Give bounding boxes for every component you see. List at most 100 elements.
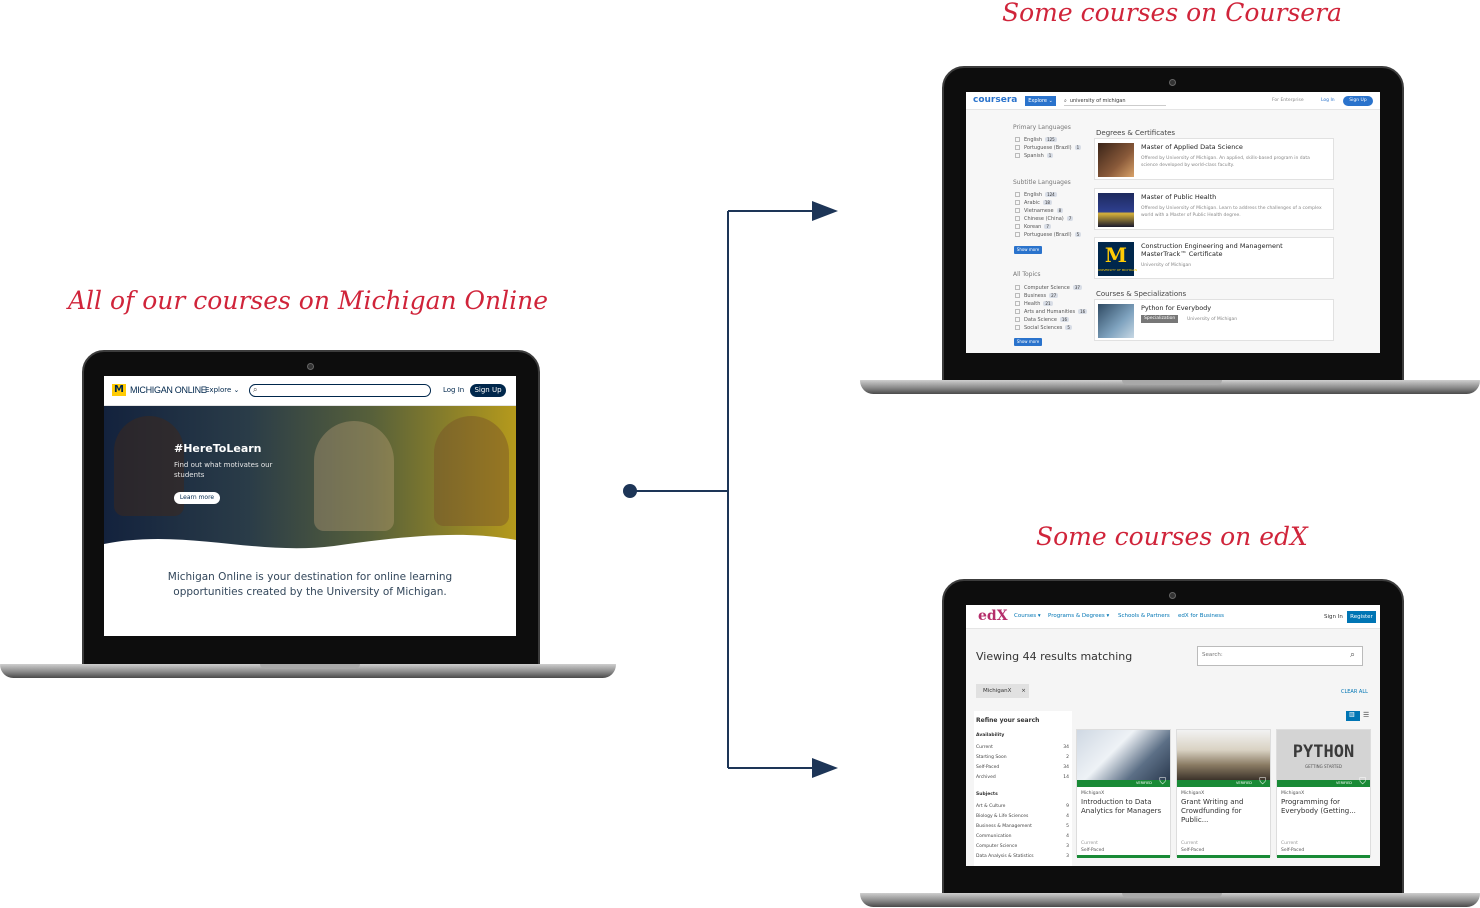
cs-filter-option[interactable]: Portuguese (Brazil) 1: [1015, 145, 1082, 151]
cs-filter-option[interactable]: Business 27: [1015, 293, 1059, 299]
cs-filter-option[interactable]: Portuguese (Brazil) 5: [1015, 232, 1082, 238]
ex-nav-programs[interactable]: Programs & Degrees ▾: [1048, 613, 1109, 619]
mo-search-input[interactable]: ⌕: [249, 384, 431, 397]
ex-course-card[interactable]: VERIFIED ⛉ MichiganX Grant Writing and Cr…: [1176, 729, 1271, 858]
ex-facet-option[interactable]: Computer Science 3: [976, 844, 1069, 849]
cs-card-description: University of Michigan: [1141, 263, 1192, 268]
cs-filter-option[interactable]: Arabic 18: [1015, 200, 1052, 206]
cs-enterprise-link[interactable]: For Enterprise: [1272, 98, 1304, 103]
ex-card-image-text: PYTHON: [1292, 742, 1355, 762]
ex-facet-option[interactable]: Current 34: [976, 745, 1069, 750]
ex-nav-schools[interactable]: Schools & Partners: [1118, 613, 1170, 619]
ex-facet-option[interactable]: Self-Paced 34: [976, 765, 1069, 770]
ex-facet-option[interactable]: Archived 14: [976, 775, 1069, 780]
checkbox[interactable]: [1015, 309, 1020, 314]
cs-card-thumbnail: [1098, 143, 1134, 177]
ex-nav-courses[interactable]: Courses ▾: [1014, 613, 1041, 619]
mo-logo-mark[interactable]: M: [112, 384, 126, 396]
grid-view-icon[interactable]: ▥: [1346, 711, 1360, 721]
checkbox[interactable]: [1015, 224, 1020, 229]
mo-hero-wave: [104, 534, 516, 566]
cs-card-title[interactable]: Python for Everybody: [1141, 304, 1211, 312]
cs-result-card[interactable]: M UNIVERSITY OF MICHIGAN Construction En…: [1094, 237, 1334, 279]
cs-filter-option[interactable]: Social Sciences 5: [1015, 325, 1072, 331]
checkbox[interactable]: [1015, 325, 1020, 330]
checkbox[interactable]: [1015, 200, 1020, 205]
checkbox[interactable]: [1015, 232, 1020, 237]
mo-logo-text[interactable]: MICHIGAN ONLINE: [130, 385, 207, 395]
cs-filter-option[interactable]: Health 21: [1015, 301, 1053, 307]
ex-course-card[interactable]: VERIFIED ⛉ MichiganX Introduction to Data…: [1076, 729, 1171, 858]
mo-explore-menu[interactable]: Explore ⌄: [205, 386, 239, 394]
ex-verified-bar: VERIFIED ⛉: [1177, 777, 1270, 787]
cs-result-card[interactable]: Master of Applied Data Science Offered b…: [1094, 138, 1334, 180]
ex-facet-option[interactable]: Biology & Life Sciences 4: [976, 814, 1069, 819]
cs-filter-option[interactable]: Korean 7: [1015, 224, 1051, 230]
cs-explore-button[interactable]: Explore ⌄: [1025, 96, 1056, 106]
checkbox[interactable]: [1015, 216, 1020, 221]
close-icon[interactable]: ×: [1021, 688, 1026, 694]
checkbox[interactable]: [1015, 317, 1020, 322]
checkbox[interactable]: [1015, 145, 1020, 150]
ex-filter-chip[interactable]: MichiganX ×: [976, 684, 1029, 698]
hero-person-2: [314, 421, 394, 531]
chevron-down-icon: ⌄: [233, 386, 240, 394]
mo-learn-more-button[interactable]: Learn more: [174, 492, 220, 504]
arrowhead-coursera: [812, 201, 838, 221]
cs-result-card[interactable]: Python for Everybody Specialization Univ…: [1094, 299, 1334, 341]
checkbox[interactable]: [1015, 285, 1020, 290]
ex-facet-option[interactable]: Data Analysis & Statistics 3: [976, 854, 1069, 859]
ex-navbar: edX Courses ▾ Programs & Degrees ▾ Schoo…: [966, 605, 1380, 629]
ex-facet-option[interactable]: Business & Management 5: [976, 824, 1069, 829]
cs-filter-option[interactable]: Spanish 1: [1015, 153, 1054, 159]
cs-search-input[interactable]: ⌕ university of michigan: [1064, 96, 1166, 106]
cs-filter-option[interactable]: Data Science 16: [1015, 317, 1070, 323]
checkbox[interactable]: [1015, 192, 1020, 197]
cs-show-more-button[interactable]: Show more: [1014, 338, 1042, 346]
cs-card-thumbnail: [1098, 193, 1134, 227]
list-view-icon[interactable]: ☰: [1362, 711, 1372, 721]
cs-filter-option[interactable]: Arts and Humanities 16: [1015, 309, 1088, 315]
ex-search-input[interactable]: Search: ⌕: [1197, 646, 1363, 666]
cs-filter-option[interactable]: English 124: [1015, 192, 1057, 198]
bookmark-icon[interactable]: ⛉: [1259, 777, 1266, 787]
checkbox[interactable]: [1015, 301, 1020, 306]
cs-signup-button[interactable]: Sign Up: [1343, 96, 1373, 106]
cs-card-title[interactable]: Master of Applied Data Science: [1141, 143, 1243, 151]
ex-card-org: MichiganX: [1281, 791, 1305, 796]
cs-login-link[interactable]: Log In: [1321, 98, 1335, 103]
bookmark-icon[interactable]: ⛉: [1359, 777, 1366, 787]
cs-filter-option[interactable]: English 125: [1015, 137, 1057, 143]
ex-logo[interactable]: edX: [978, 608, 1008, 624]
ex-nav-business[interactable]: edX for Business: [1178, 613, 1224, 619]
ex-card-title[interactable]: Programming for Everybody (Getting...: [1281, 798, 1369, 816]
checkbox[interactable]: [1015, 153, 1020, 158]
ex-clear-all-link[interactable]: CLEAR ALL: [1341, 689, 1368, 695]
cs-card-title[interactable]: Master of Public Health: [1141, 193, 1216, 201]
cs-logo[interactable]: coursera: [973, 95, 1017, 105]
checkbox[interactable]: [1015, 137, 1020, 142]
laptop-edx: edX Courses ▾ Programs & Degrees ▾ Schoo…: [860, 579, 1480, 908]
ex-course-card[interactable]: PYTHON GETTING STARTED VERIFIED ⛉ Michiga…: [1276, 729, 1371, 858]
ex-register-button[interactable]: Register: [1347, 611, 1376, 623]
cs-show-more-button[interactable]: Show more: [1014, 246, 1042, 254]
bookmark-icon[interactable]: ⛉: [1159, 777, 1166, 787]
ex-card-org: MichiganX: [1181, 791, 1205, 796]
cs-card-title[interactable]: Construction Engineering and Management …: [1141, 242, 1326, 258]
checkbox[interactable]: [1015, 208, 1020, 213]
ex-facet-option[interactable]: Art & Culture 9: [976, 804, 1069, 809]
cs-filter-option[interactable]: Computer Science 37: [1015, 285, 1082, 291]
mo-navbar: M MICHIGAN ONLINE Explore ⌄ ⌕ Log In Sig…: [104, 376, 516, 406]
checkbox[interactable]: [1015, 293, 1020, 298]
ex-signin-link[interactable]: Sign In: [1324, 614, 1343, 620]
ex-facet-option[interactable]: Starting Soon 2: [976, 755, 1069, 760]
arrowhead-edx: [812, 758, 838, 778]
cs-filter-option[interactable]: Chinese (China) 7: [1015, 216, 1074, 222]
cs-result-card[interactable]: Master of Public Health Offered by Unive…: [1094, 188, 1334, 230]
mo-login-link[interactable]: Log In: [443, 386, 464, 394]
ex-facet-option[interactable]: Communication 4: [976, 834, 1069, 839]
mo-signup-button[interactable]: Sign Up: [470, 384, 506, 397]
ex-card-title[interactable]: Introduction to Data Analytics for Manag…: [1081, 798, 1169, 816]
ex-card-title[interactable]: Grant Writing and Crowdfunding for Publi…: [1181, 798, 1269, 825]
cs-filter-option[interactable]: Vietnamese 8: [1015, 208, 1064, 214]
